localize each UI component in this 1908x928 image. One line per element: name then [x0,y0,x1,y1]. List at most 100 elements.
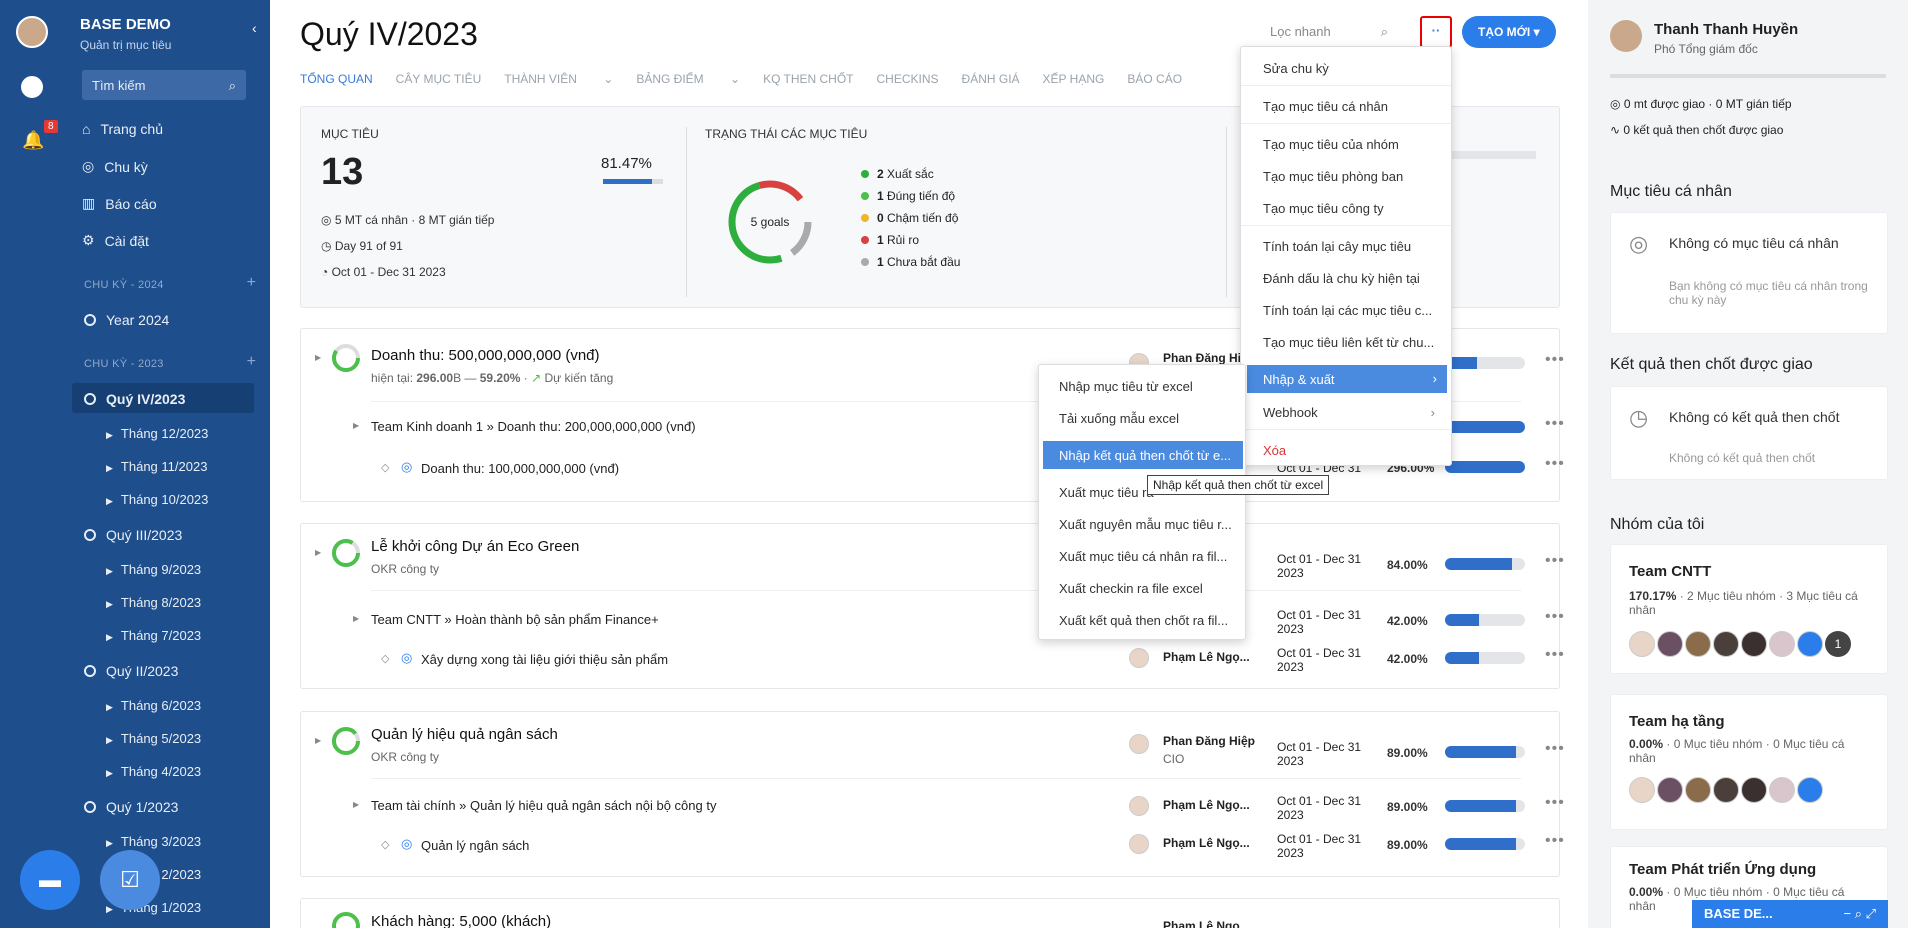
submenu-import-goals[interactable]: Nhập mục tiêu từ excel [1039,379,1245,394]
user-avatar[interactable] [16,16,48,48]
submenu-export-goal-template[interactable]: Xuất nguyên mẫu mục tiêu r... [1039,517,1245,532]
menu-recalc-tree[interactable]: Tính toán lại cây mục tiêu [1241,239,1451,254]
okr-title[interactable]: Khách hàng: 5,000 (khách) [371,913,551,928]
group-card[interactable]: Team CNTT 170.17% · 2 Mục tiêu nhóm · 3 … [1610,544,1888,674]
goals-progress-fill [603,179,652,184]
cycle-q3[interactable]: Quý III/2023 [84,527,182,543]
sidebar-search-input[interactable]: Tìm kiếm ⌕ [82,70,246,100]
menu-create-team-goal[interactable]: Tạo mục tiêu của nhóm [1241,137,1451,152]
expand-icon[interactable]: ▶ [315,736,321,745]
child-okr-title[interactable]: Team CNTT » Hoàn thành bộ sản phẩm Finan… [371,612,659,627]
nav-home[interactable]: ⌂ Trang chủ [82,121,163,137]
month-item[interactable]: ▶ Tháng 4/2023 [94,764,201,779]
row-more-icon[interactable]: ••• [1545,351,1565,369]
row-more-icon[interactable]: ••• [1545,832,1565,850]
add-cycle-2023-icon[interactable]: + [247,353,256,371]
tab-key-results[interactable]: KQ THEN CHỐT [763,72,853,86]
menu-create-linked-goal[interactable]: Tạo mục tiêu liên kết từ chu... [1241,335,1451,350]
okr-title[interactable]: Lễ khởi công Dự án Eco Green [371,538,579,555]
month-item[interactable]: ▶ Tháng 8/2023 [94,595,201,610]
tab-members[interactable]: THÀNH VIÊN ⌄ [504,72,613,86]
cycle-q4[interactable]: Quý IV/2023 [84,391,185,407]
row-more-icon[interactable]: ••• [1545,552,1565,570]
month-item[interactable]: ▶ Tháng 6/2023 [94,698,201,713]
menu-edit-cycle[interactable]: Sửa chu kỳ [1241,61,1451,76]
search-placeholder: Tìm kiếm [92,78,146,93]
chat-controls-icon[interactable]: − ⌕ ⤢ [1844,906,1877,922]
tab-reports[interactable]: BÁO CÁO [1127,72,1182,86]
nav-report[interactable]: ▥ Báo cáo [82,195,157,212]
menu-create-department-goal[interactable]: Tạo mục tiêu phòng ban [1241,169,1451,184]
menu-webhook[interactable]: Webhook › [1241,405,1451,420]
chat-window-bar[interactable]: BASE DE... − ⌕ ⤢ [1692,900,1888,928]
more-options-button[interactable]: ·· [1420,16,1452,48]
expand-icon[interactable]: ▶ [353,614,359,623]
row-more-icon[interactable]: ••• [1545,608,1565,626]
create-new-button[interactable]: TẠO MỚI ▾ [1462,16,1556,48]
tab-ranking[interactable]: XẾP HẠNG [1043,72,1105,86]
tab-overview[interactable]: TỔNG QUAN [300,72,373,86]
row-more-icon[interactable]: ••• [1545,740,1565,758]
row-more-icon[interactable]: ••• [1545,794,1565,812]
kr-title[interactable]: Doanh thu: 100,000,000,000 (vnđ) [421,461,619,476]
menu-mark-current[interactable]: Đánh dấu là chu kỳ hiện tại [1241,271,1451,286]
menu-recalc-goals[interactable]: Tính toán lại các mục tiêu c... [1241,303,1451,318]
month-item[interactable]: ▶ Tháng 9/2023 [94,562,201,577]
tab-reviews[interactable]: ĐÁNH GIÁ [962,72,1020,86]
row-more-icon[interactable]: ••• [1545,415,1565,433]
nav-cycle[interactable]: ◎ Chu kỳ [82,158,148,175]
kr-title[interactable]: Quản lý ngân sách [421,838,529,853]
nav-settings[interactable]: ⚙ Cài đặt [82,232,149,249]
okr-title[interactable]: Quản lý hiệu quả ngân sách [371,726,558,743]
cycle-q2[interactable]: Quý II/2023 [84,663,178,679]
okr-title[interactable]: Doanh thu: 500,000,000,000 (vnđ) [371,347,600,364]
submenu-import-key-results[interactable]: Nhập kết quả then chốt từ e... [1043,441,1243,469]
cycle-year-2024[interactable]: Year 2024 [84,312,169,328]
collapse-icon[interactable]: ‹ [252,20,257,36]
cycle-q1[interactable]: Quý 1/2023 [84,799,178,815]
month-item[interactable]: ▶ Tháng 7/2023 [94,628,201,643]
checklist-button[interactable]: ☑ [100,850,160,910]
quick-filter-input[interactable]: Lọc nhanh ⌕ [1270,24,1388,40]
legend-item: 1 Rủi ro [861,229,960,251]
okr-current-percent: 59.20% [479,371,521,385]
chat-button[interactable]: ▬ [20,850,80,910]
goals-icon[interactable] [21,76,43,98]
expand-icon[interactable]: ▶ [315,548,321,557]
row-more-icon[interactable]: ••• [1545,455,1565,473]
avatar [1797,631,1823,657]
activity-icon: ∿ [1610,123,1624,137]
submenu-download-template[interactable]: Tải xuống mẫu excel [1039,411,1245,426]
menu-import-export[interactable]: Nhập & xuất › [1247,365,1447,393]
child-okr-title[interactable]: Team Kinh doanh 1 » Doanh thu: 200,000,0… [371,419,696,434]
submenu-export-key-results[interactable]: Xuất kết quả then chốt ra fil... [1039,613,1245,628]
user-avatar[interactable] [1610,20,1642,52]
legend-label: Chậm tiến độ [887,211,959,225]
group-card[interactable]: Team hạ tầng 0.00% · 0 Mục tiêu nhóm · 0… [1610,694,1888,830]
tab-goal-tree[interactable]: CÂY MỤC TIÊU [396,72,482,86]
add-cycle-2024-icon[interactable]: + [247,274,256,292]
tab-scoreboard[interactable]: BẢNG ĐIỂM ⌄ [636,72,740,86]
tab-checkins[interactable]: CHECKINS [877,72,939,86]
child-okr-title[interactable]: Team tài chính » Quản lý hiệu quả ngân s… [371,798,716,813]
expand-icon[interactable]: ▶ [353,800,359,809]
kr-target-icon: ◎ [401,459,413,474]
bell-icon[interactable]: 🔔 [22,130,44,151]
gear-icon: ⚙ [82,232,95,248]
okr-progress-bar [1445,746,1525,758]
month-item[interactable]: ▶ Tháng 10/2023 [94,492,208,507]
empty-title: Không có mục tiêu cá nhân [1669,235,1839,251]
expand-icon[interactable]: ▶ [315,353,321,362]
month-item[interactable]: ▶ Tháng 3/2023 [94,834,201,849]
menu-create-personal-goal[interactable]: Tạo mục tiêu cá nhân [1241,99,1451,114]
month-item[interactable]: ▶ Tháng 11/2023 [94,459,207,474]
menu-create-company-goal[interactable]: Tạo mục tiêu công ty [1241,201,1451,216]
submenu-export-checkins[interactable]: Xuất checkin ra file excel [1039,581,1245,596]
month-item[interactable]: ▶ Tháng 5/2023 [94,731,201,746]
menu-delete[interactable]: Xóa [1241,443,1451,458]
row-more-icon[interactable]: ••• [1545,646,1565,664]
month-item[interactable]: ▶ Tháng 12/2023 [94,426,208,441]
expand-icon[interactable]: ▶ [353,421,359,430]
submenu-export-personal-goals[interactable]: Xuất mục tiêu cá nhân ra fil... [1039,549,1245,564]
kr-title[interactable]: Xây dựng xong tài liệu giới thiệu sản ph… [421,652,668,667]
